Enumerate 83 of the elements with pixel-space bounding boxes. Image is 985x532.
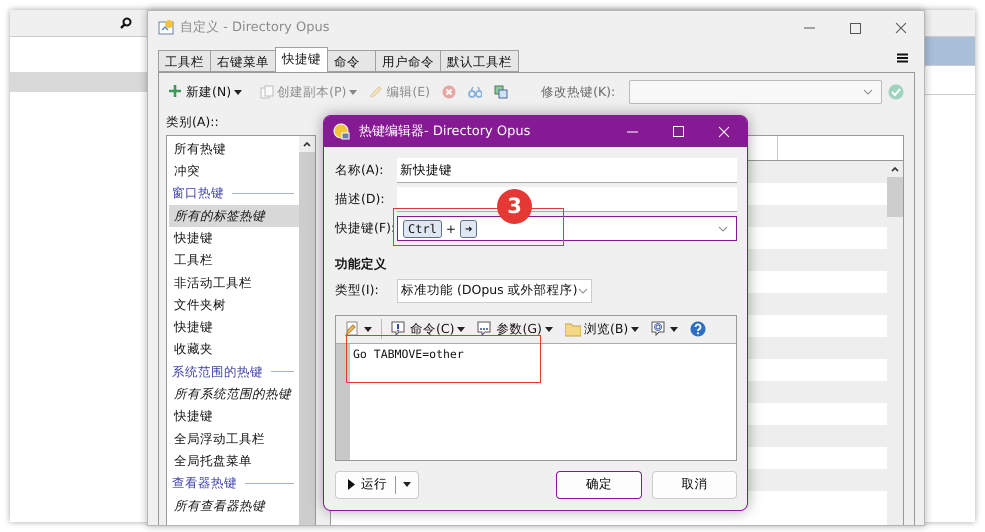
pages-icon	[260, 85, 274, 99]
delete-icon	[442, 85, 456, 99]
caret-icon	[544, 326, 553, 332]
toolbar-button[interactable]: 新建(N)	[166, 82, 246, 102]
plus-icon	[169, 85, 183, 99]
ellipsis-icon	[477, 321, 494, 338]
category-item[interactable]: 所有的标签热键	[169, 204, 299, 227]
toolbar-button[interactable]: 参数(G)	[474, 320, 556, 339]
field-label: 类型(I):	[335, 281, 380, 300]
search-icon	[120, 17, 132, 29]
app-icon	[158, 19, 176, 37]
toolbar-button[interactable]: 浏览(B)	[562, 320, 642, 339]
window-title: 自定义 - Directory Opus	[180, 19, 330, 38]
at-sign-icon	[651, 321, 668, 338]
group-header: 系统范围的热键	[172, 362, 263, 381]
category-item[interactable]: 全局托盘菜单	[169, 450, 299, 472]
category-item[interactable]: 文件夹树	[169, 294, 299, 316]
maximize-icon	[850, 22, 860, 34]
plus-sign: +	[446, 220, 456, 238]
play-icon	[348, 479, 355, 490]
type-dropdown[interactable]: 标准功能 (DOpus 或外部程序)	[397, 278, 592, 303]
caret-icon	[631, 326, 640, 332]
key-chip: ➜	[460, 220, 478, 238]
scroll-thumb[interactable]	[887, 176, 903, 217]
category-item[interactable]: 所有系统范围的热键	[169, 383, 299, 406]
field-label: 名称(A):	[335, 161, 385, 180]
caret-icon	[457, 326, 466, 332]
close-icon	[895, 22, 907, 34]
hotkey-field[interactable]: Ctrl + ➜	[397, 216, 737, 241]
field-label: 修改热键(K):	[541, 82, 616, 101]
tab[interactable]: 默认工具栏	[440, 50, 519, 72]
ok-button[interactable]: 确定	[556, 470, 642, 499]
group-header: 窗口热键	[172, 184, 224, 202]
category-item[interactable]: 工具栏	[169, 249, 299, 272]
text-field[interactable]: 新快捷键	[397, 158, 737, 183]
tab[interactable]: 命令	[327, 50, 375, 72]
help-icon	[690, 321, 706, 338]
field-label: 快捷键(F):	[335, 219, 396, 238]
category-item[interactable]: 快捷键	[169, 316, 299, 338]
category-item[interactable]: 非活动工具栏	[169, 272, 299, 294]
category-item[interactable]: 快捷键	[169, 226, 299, 250]
caret-icon	[349, 90, 358, 94]
chevron-icon	[578, 288, 588, 294]
header-bar	[925, 37, 975, 65]
category-item[interactable]: 快捷键	[169, 405, 299, 428]
menu-icon[interactable]	[897, 53, 908, 63]
category-item[interactable]: 冲突	[169, 160, 299, 182]
pencil-icon	[369, 85, 384, 99]
menu-button[interactable]	[342, 321, 375, 338]
minimize-icon	[626, 130, 638, 132]
caret-icon	[670, 326, 678, 332]
binoculars-icon	[468, 85, 482, 99]
tab[interactable]: 右键菜单	[210, 50, 275, 72]
code-text: Go TABMOVE=other	[352, 346, 464, 363]
caret-icon	[364, 326, 372, 332]
toolbar-button[interactable]: 命令(C)	[388, 320, 468, 339]
exclamation-icon	[391, 321, 407, 338]
dialog-title: 热键编辑器- Directory Opus	[359, 122, 530, 141]
scrollbar[interactable]	[887, 160, 903, 525]
section-title: 功能定义	[335, 255, 387, 273]
minimize-icon	[804, 27, 814, 29]
caret-icon	[403, 482, 411, 488]
tab[interactable]: 快捷键	[275, 47, 328, 72]
squares-icon	[494, 85, 508, 99]
field-label: 描述(D):	[335, 190, 386, 208]
caret-icon	[234, 90, 242, 94]
tab[interactable]: 用户命令	[375, 50, 440, 72]
category-item[interactable]: 所有查看器热键	[169, 494, 299, 517]
category-item[interactable]: 全局浮动工具栏	[169, 428, 299, 450]
key-chip: Ctrl	[403, 220, 442, 238]
chevron-icon	[863, 89, 873, 95]
text-field[interactable]	[397, 187, 737, 212]
tab[interactable]: 工具栏	[158, 50, 210, 72]
chevron-icon	[718, 226, 728, 232]
app-icon	[333, 122, 351, 140]
cancel-button[interactable]: 取消	[652, 470, 737, 499]
maximize-icon	[672, 126, 684, 137]
group-header: 查看器热键	[172, 474, 237, 492]
close-icon	[718, 126, 730, 138]
check-icon	[888, 84, 904, 100]
list-label: 类别(A)::	[166, 113, 219, 131]
category-item[interactable]: 收藏夹	[169, 338, 299, 361]
category-item[interactable]: 所有热键	[169, 138, 299, 160]
